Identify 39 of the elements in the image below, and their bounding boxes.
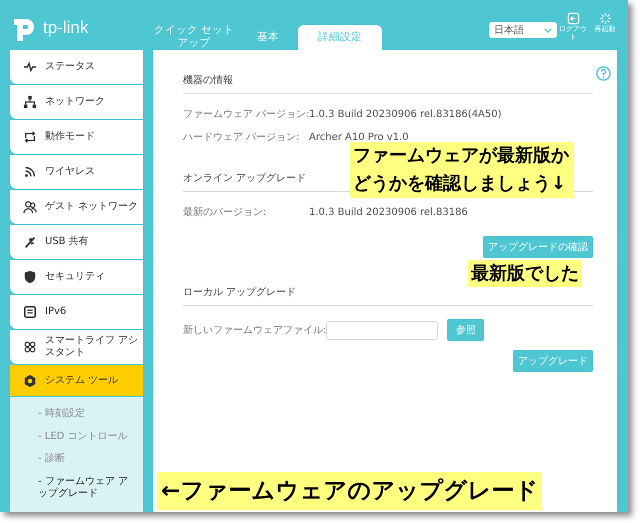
field-value: 1.0.3 Build 20230906 rel.83186	[309, 206, 468, 218]
sidebar-item[interactable]: システム ツール	[10, 365, 143, 396]
field-value: Archer A10 Pro v1.0	[309, 132, 409, 142]
annotation-callout: ←ファームウェアのアップグレード	[157, 472, 542, 510]
annotation-callout: ファームウェアが最新版かどうかを確認しましょう↓	[350, 142, 574, 198]
logo-text: tp-link	[43, 18, 88, 38]
field-label: ファームウェア バージョン:	[183, 108, 309, 121]
sidebar-item[interactable]: ゲスト ネットワーク	[10, 190, 143, 224]
field-label: 最新のバージョン:	[183, 206, 268, 219]
help-icon[interactable]	[596, 66, 611, 81]
logout-icon	[566, 12, 580, 25]
swap-arrows-icon	[23, 130, 37, 144]
chevron-down-icon	[544, 28, 552, 32]
section-title: 機器の情報	[183, 68, 593, 94]
submenu-item[interactable]: - ファームウェア アップグレード	[36, 474, 139, 502]
people-icon	[23, 200, 37, 214]
sidebar-item[interactable]: 動作モード	[10, 120, 143, 154]
annotation-callout: 最新版でした	[468, 260, 582, 287]
sidebar-item[interactable]: USB 共有	[10, 225, 143, 259]
sidebar-item[interactable]: IPv6	[10, 295, 143, 329]
sidebar-item[interactable]: セキュリティ	[10, 260, 143, 294]
gear-icon	[23, 374, 37, 388]
field-value: 1.0.3 Build 20230906 rel.83186(4A50)	[309, 108, 502, 120]
clover-icon	[23, 340, 37, 354]
sidebar-item[interactable]: ステータス	[10, 50, 143, 84]
file-input[interactable]	[326, 320, 438, 340]
reboot-icon	[598, 12, 612, 25]
field-label: ハードウェア バージョン:	[183, 131, 301, 144]
language-select[interactable]: 日本語	[489, 22, 557, 38]
wifi-signal-icon	[23, 165, 37, 179]
field-label: 新しいファームウェアファイル:	[183, 324, 326, 337]
sidebar-item[interactable]: ワイヤレス	[10, 155, 143, 189]
sidebar-item[interactable]: スマートライフ アシスタント	[10, 330, 143, 364]
shield-icon	[23, 270, 37, 284]
pulse-icon	[23, 60, 37, 74]
network-icon	[23, 95, 37, 109]
sidebar-item[interactable]: ネットワーク	[10, 85, 143, 119]
document-icon	[23, 305, 37, 319]
usb-plug-icon	[23, 235, 37, 249]
